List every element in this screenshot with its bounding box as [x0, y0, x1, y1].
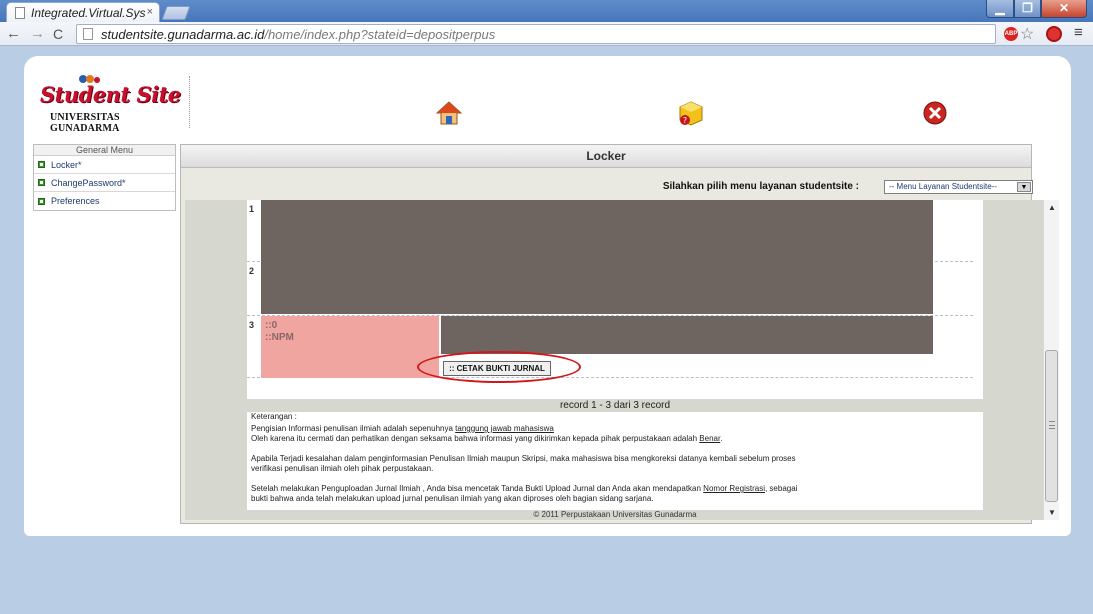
adblock-icon[interactable]: ABP — [1004, 27, 1018, 41]
record-placeholder — [261, 200, 933, 262]
notes-paragraph: verifikasi penulisan ilmiah oleh pihak p… — [251, 464, 434, 473]
notes-section: Keterangan : Pengisian Informasi penulis… — [247, 412, 983, 512]
record-npm: ::NPM — [265, 332, 294, 343]
logo-divider — [189, 76, 190, 128]
notes-text: Pengisian Informasi penulisan ilmiah ada… — [251, 424, 456, 433]
sidebar-item-label: ChangePassword* — [51, 177, 126, 188]
record-number: 1 — [249, 204, 255, 214]
general-menu: General Menu Locker* ChangePassword* Pre… — [33, 144, 176, 211]
record-count: record 1 - 3 dari 3 record — [247, 399, 983, 412]
bullet-icon — [38, 197, 45, 205]
record-info-cell: ::0 ::NPM — [261, 316, 439, 378]
notes-paragraph: Apabila Terjadi kesalahan dalam penginfo… — [251, 454, 796, 463]
notes-text: Oleh karena itu cermati dan perhatikan d… — [251, 434, 700, 443]
extension-icon[interactable] — [1046, 26, 1062, 42]
logo-subtitle: UNIVERSITAS GUNADARMA — [50, 112, 120, 134]
service-menu-label: Silahkan pilih menu layanan studentsite … — [662, 181, 859, 192]
scroll-down-icon[interactable]: ▼ — [1048, 508, 1056, 517]
footer-copyright: © 2011 Perpustakaan Universitas Gunadarm… — [247, 510, 983, 520]
address-bar[interactable]: studentsite.gunadarma.ac.id/home/index.p… — [76, 24, 996, 44]
notes-text: Setelah melakukan Penguploadan Jurnal Il… — [251, 484, 704, 493]
logo-title: Student Site — [40, 82, 181, 107]
new-tab-button[interactable] — [161, 6, 191, 20]
grip-icon — [1049, 421, 1055, 429]
page-title: Locker — [181, 145, 1031, 168]
bookmark-star-icon[interactable]: ☆ — [1020, 24, 1034, 44]
scroll-up-icon[interactable]: ▲ — [1048, 203, 1056, 212]
sidebar-item-preferences[interactable]: Preferences — [34, 192, 175, 210]
record-row: 2 — [247, 262, 973, 316]
url-path: /home/index.php?stateid=depositperpus — [264, 26, 496, 42]
service-menu-select[interactable]: -- Menu Layanan Studentsite-- ▼ — [884, 180, 1033, 194]
page-icon — [83, 28, 93, 40]
studentsite-logo[interactable]: Student Site UNIVERSITAS GUNADARMA — [40, 74, 190, 134]
record-value: ::0 — [265, 320, 278, 331]
record-placeholder — [261, 262, 933, 314]
service-selector-row: Silahkan pilih menu layanan studentsite … — [181, 179, 1033, 195]
benar-link[interactable]: Benar — [699, 434, 720, 443]
registration-number-link[interactable]: Nomor Registrasi — [703, 484, 765, 493]
browser-tab[interactable]: Integrated.Virtual.Sys × — [6, 2, 160, 22]
locker-content: 1 2 3 ::0 ::NPM :: CETAK BUKTI JURNAL re… — [247, 200, 983, 520]
sidebar-item-label: Preferences — [51, 196, 100, 206]
tab-title: Integrated.Virtual.Sys — [31, 5, 146, 20]
help-icon[interactable]: ? — [678, 100, 704, 126]
frame-background: 1 2 3 ::0 ::NPM :: CETAK BUKTI JURNAL re… — [185, 200, 1043, 520]
chevron-down-icon[interactable]: ▼ — [1017, 182, 1031, 192]
notes-paragraph: Pengisian Informasi penulisan ilmiah ada… — [247, 424, 983, 434]
record-number: 3 — [249, 320, 255, 330]
url-text: studentsite.gunadarma.ac.id/home/index.p… — [101, 27, 495, 42]
exit-icon[interactable] — [922, 100, 948, 126]
sidebar-item-label: Locker* — [51, 159, 82, 170]
vertical-scrollbar[interactable]: ▲ ▼ — [1043, 200, 1059, 520]
home-icon[interactable] — [436, 100, 462, 126]
record-placeholder — [441, 316, 933, 354]
notes-text: . — [720, 434, 723, 443]
scroll-thumb[interactable] — [1045, 350, 1058, 502]
bullet-icon — [38, 179, 45, 186]
record-row: 3 ::0 ::NPM — [247, 316, 973, 378]
locker-frame: 1 2 3 ::0 ::NPM :: CETAK BUKTI JURNAL re… — [185, 200, 1059, 520]
notes-heading: Keterangan : — [251, 412, 297, 421]
minimize-button[interactable]: ▁ — [986, 0, 1014, 18]
maximize-button[interactable]: ❐ — [1014, 0, 1041, 18]
sidebar-item-changepassword[interactable]: ChangePassword* — [34, 174, 175, 192]
sidebar-item-locker[interactable]: Locker* — [34, 156, 175, 174]
page-icon — [15, 6, 25, 19]
general-menu-heading: General Menu — [34, 145, 175, 156]
record-row: 1 — [247, 200, 973, 262]
service-menu-value: -- Menu Layanan Studentsite-- — [889, 182, 998, 191]
window-close-button[interactable]: ✕ — [1041, 0, 1087, 18]
bullet-icon — [38, 161, 45, 168]
url-domain: studentsite.gunadarma.ac.id — [101, 26, 265, 42]
reload-button[interactable]: C — [53, 25, 63, 43]
notes-text: , sebagai — [764, 484, 798, 493]
notes-paragraph: bukti bahwa anda telah melakukan upload … — [251, 494, 654, 503]
forward-button[interactable]: → — [30, 25, 45, 43]
tab-close-button[interactable]: × — [147, 6, 153, 18]
print-proof-button[interactable]: :: CETAK BUKTI JURNAL — [443, 361, 551, 376]
window-title-bar: Integrated.Virtual.Sys × ▁ ❐ ✕ — [0, 0, 1093, 22]
browser-menu-icon[interactable]: ≡ — [1074, 24, 1083, 41]
record-number: 2 — [249, 266, 255, 276]
locker-panel: Locker Silahkan pilih menu layanan stude… — [180, 144, 1059, 524]
back-button[interactable]: ← — [6, 25, 21, 43]
notes-paragraph: Oleh karena itu cermati dan perhatikan d… — [247, 434, 983, 444]
responsibility-link[interactable]: tanggung jawab mahasiswa — [455, 424, 554, 433]
browser-toolbar: ← → C studentsite.gunadarma.ac.id/home/i… — [0, 22, 1093, 46]
svg-text:?: ? — [683, 116, 687, 125]
notes-paragraph: Setelah melakukan Penguploadan Jurnal Il… — [247, 484, 983, 494]
